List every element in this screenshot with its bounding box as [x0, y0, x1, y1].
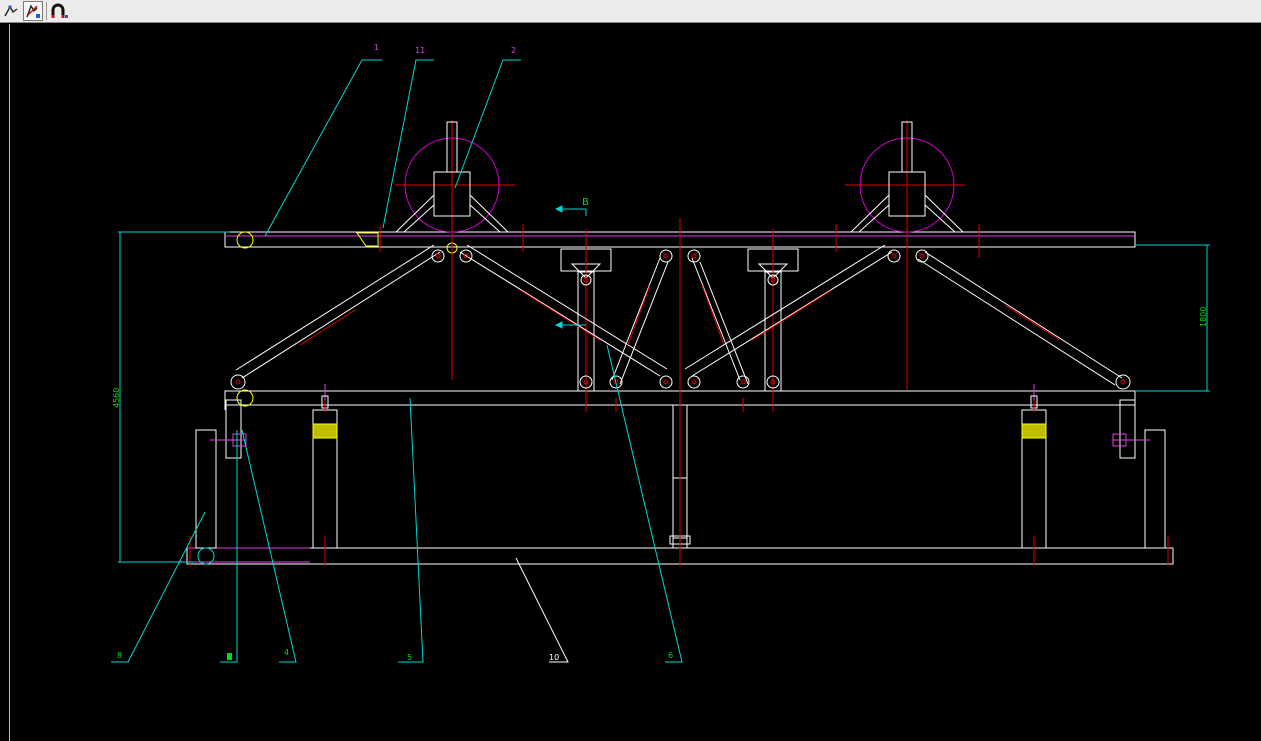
callout-6: 6	[668, 651, 673, 660]
dim-height-left: 4560	[112, 388, 121, 408]
drawing-canvas[interactable]: 4560 1800 B 1 11 2 8 4 5 10 6	[0, 24, 1261, 741]
select-tool-icon[interactable]	[1, 1, 21, 21]
callout-4: 4	[284, 648, 289, 657]
callout-2: 2	[511, 46, 516, 55]
left-clamp	[356, 232, 379, 247]
diagonal-struts	[235, 244, 1123, 386]
leader-line-10	[515, 557, 569, 663]
magnet-snap-icon[interactable]	[49, 1, 69, 21]
right-posts	[1021, 384, 1166, 549]
callout-8: 8	[117, 651, 122, 660]
leader-lines	[111, 59, 683, 663]
callout-3-marker	[227, 653, 232, 660]
left-wheel-assembly	[395, 120, 515, 380]
callout-10: 10	[549, 653, 559, 662]
draw-tool-icon[interactable]	[23, 1, 43, 21]
callout-11: 11	[415, 46, 425, 55]
left-posts	[195, 384, 338, 549]
dimension-left	[118, 231, 230, 563]
section-marker-label: B	[582, 197, 589, 208]
mechanical-drawing: 4560 1800 B 1 11 2 8 4 5 10 6	[111, 43, 1210, 663]
callout-5: 5	[407, 653, 412, 662]
toolbar-separator	[46, 2, 47, 20]
right-wheel-assembly	[845, 120, 965, 390]
dim-height-right: 1800	[1199, 307, 1208, 327]
pivot-joints	[197, 231, 1131, 565]
toolbar	[0, 0, 1261, 23]
callout-1: 1	[374, 43, 379, 52]
